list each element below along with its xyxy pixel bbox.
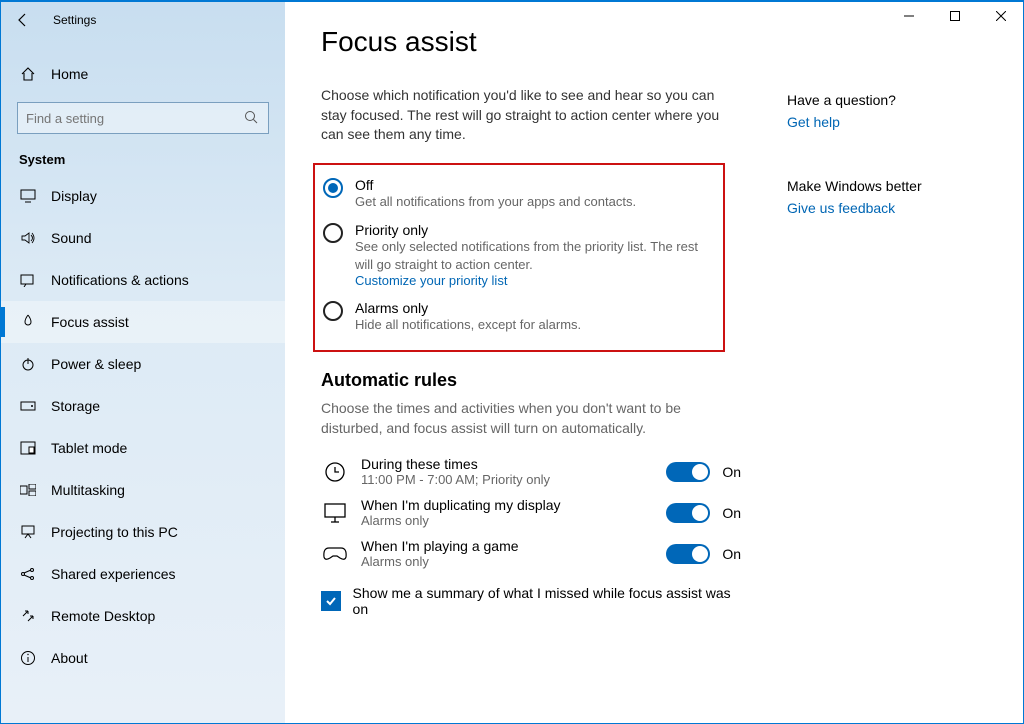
rule-toggle[interactable] — [666, 503, 710, 523]
rule-sub: Alarms only — [361, 554, 654, 569]
nav-label: Display — [51, 188, 97, 204]
home-nav[interactable]: Home — [1, 56, 285, 92]
rule-sub: Alarms only — [361, 513, 654, 528]
search-field[interactable] — [26, 111, 244, 126]
radio-priority-title: Priority only — [355, 222, 715, 238]
customize-priority-link[interactable]: Customize your priority list — [355, 273, 715, 288]
automatic-rules-desc: Choose the times and activities when you… — [321, 399, 741, 438]
nav-label: Storage — [51, 398, 100, 414]
rule-toggle[interactable] — [666, 462, 710, 482]
nav-label: Tablet mode — [51, 440, 127, 456]
nav-remote-desktop[interactable]: Remote Desktop — [1, 595, 285, 637]
nav-label: Shared experiences — [51, 566, 176, 582]
rule-toggle[interactable] — [666, 544, 710, 564]
summary-checkbox[interactable] — [321, 591, 341, 611]
home-label: Home — [51, 66, 88, 82]
feedback-heading: Make Windows better — [787, 178, 987, 194]
radio-off-desc: Get all notifications from your apps and… — [355, 193, 636, 211]
gamepad-icon — [321, 540, 349, 568]
radio-alarms-control[interactable] — [323, 301, 343, 321]
rule-duplicating-display[interactable]: When I'm duplicating my displayAlarms on… — [321, 497, 741, 528]
radio-group-highlight: Off Get all notifications from your apps… — [313, 163, 725, 352]
nav-storage[interactable]: Storage — [1, 385, 285, 427]
nav-projecting[interactable]: Projecting to this PC — [1, 511, 285, 553]
nav-focus-assist[interactable]: Focus assist — [1, 301, 285, 343]
rule-playing-game[interactable]: When I'm playing a gameAlarms only On — [321, 538, 741, 569]
nav-shared-experiences[interactable]: Shared experiences — [1, 553, 285, 595]
nav-tablet-mode[interactable]: Tablet mode — [1, 427, 285, 469]
help-heading: Have a question? — [787, 92, 987, 108]
section-title: System — [1, 134, 285, 175]
nav-label: Remote Desktop — [51, 608, 155, 624]
radio-priority-control[interactable] — [323, 223, 343, 243]
radio-off-title: Off — [355, 177, 636, 193]
automatic-rules-heading: Automatic rules — [321, 370, 741, 391]
focus-assist-icon — [19, 314, 37, 330]
storage-icon — [19, 401, 37, 411]
nav-notifications[interactable]: Notifications & actions — [1, 259, 285, 301]
nav-label: Focus assist — [51, 314, 129, 330]
rule-state: On — [722, 505, 741, 521]
remote-desktop-icon — [19, 609, 37, 623]
radio-off-control[interactable] — [323, 178, 343, 198]
search-input[interactable] — [17, 102, 269, 134]
page-title: Focus assist — [321, 26, 987, 58]
rule-title: When I'm playing a game — [361, 538, 654, 554]
radio-off[interactable]: Off Get all notifications from your apps… — [323, 171, 715, 217]
back-button[interactable] — [11, 8, 35, 32]
home-icon — [19, 66, 37, 82]
sound-icon — [19, 231, 37, 245]
check-icon — [324, 594, 338, 608]
give-feedback-link[interactable]: Give us feedback — [787, 200, 987, 216]
clock-icon — [321, 458, 349, 486]
nav-sound[interactable]: Sound — [1, 217, 285, 259]
arrow-left-icon — [15, 12, 31, 28]
nav-power-sleep[interactable]: Power & sleep — [1, 343, 285, 385]
projecting-icon — [19, 525, 37, 539]
tablet-icon — [19, 441, 37, 455]
radio-alarms-title: Alarms only — [355, 300, 581, 316]
display-icon — [19, 189, 37, 203]
nav-multitasking[interactable]: Multitasking — [1, 469, 285, 511]
rule-during-times[interactable]: During these times11:00 PM - 7:00 AM; Pr… — [321, 456, 741, 487]
rule-state: On — [722, 464, 741, 480]
nav-label: Multitasking — [51, 482, 125, 498]
power-icon — [19, 356, 37, 372]
nav-label: Projecting to this PC — [51, 524, 178, 540]
window-title: Settings — [53, 13, 96, 27]
radio-priority[interactable]: Priority only See only selected notifica… — [323, 216, 715, 294]
multitasking-icon — [19, 484, 37, 496]
rule-title: When I'm duplicating my display — [361, 497, 654, 513]
nav-label: About — [51, 650, 88, 666]
get-help-link[interactable]: Get help — [787, 114, 987, 130]
nav-display[interactable]: Display — [1, 175, 285, 217]
radio-alarms[interactable]: Alarms only Hide all notifications, exce… — [323, 294, 715, 340]
shared-icon — [19, 566, 37, 582]
nav-label: Power & sleep — [51, 356, 141, 372]
about-icon — [19, 650, 37, 666]
nav-about[interactable]: About — [1, 637, 285, 679]
summary-checkbox-label: Show me a summary of what I missed while… — [353, 585, 741, 617]
nav-label: Sound — [51, 230, 91, 246]
monitor-icon — [321, 499, 349, 527]
rule-sub: 11:00 PM - 7:00 AM; Priority only — [361, 472, 654, 487]
summary-checkbox-row[interactable]: Show me a summary of what I missed while… — [321, 585, 741, 617]
rule-title: During these times — [361, 456, 654, 472]
nav-label: Notifications & actions — [51, 272, 189, 288]
search-icon — [244, 110, 260, 126]
radio-alarms-desc: Hide all notifications, except for alarm… — [355, 316, 581, 334]
notifications-icon — [19, 273, 37, 287]
radio-priority-desc: See only selected notifications from the… — [355, 238, 715, 273]
intro-text: Choose which notification you'd like to … — [321, 86, 741, 145]
rule-state: On — [722, 546, 741, 562]
